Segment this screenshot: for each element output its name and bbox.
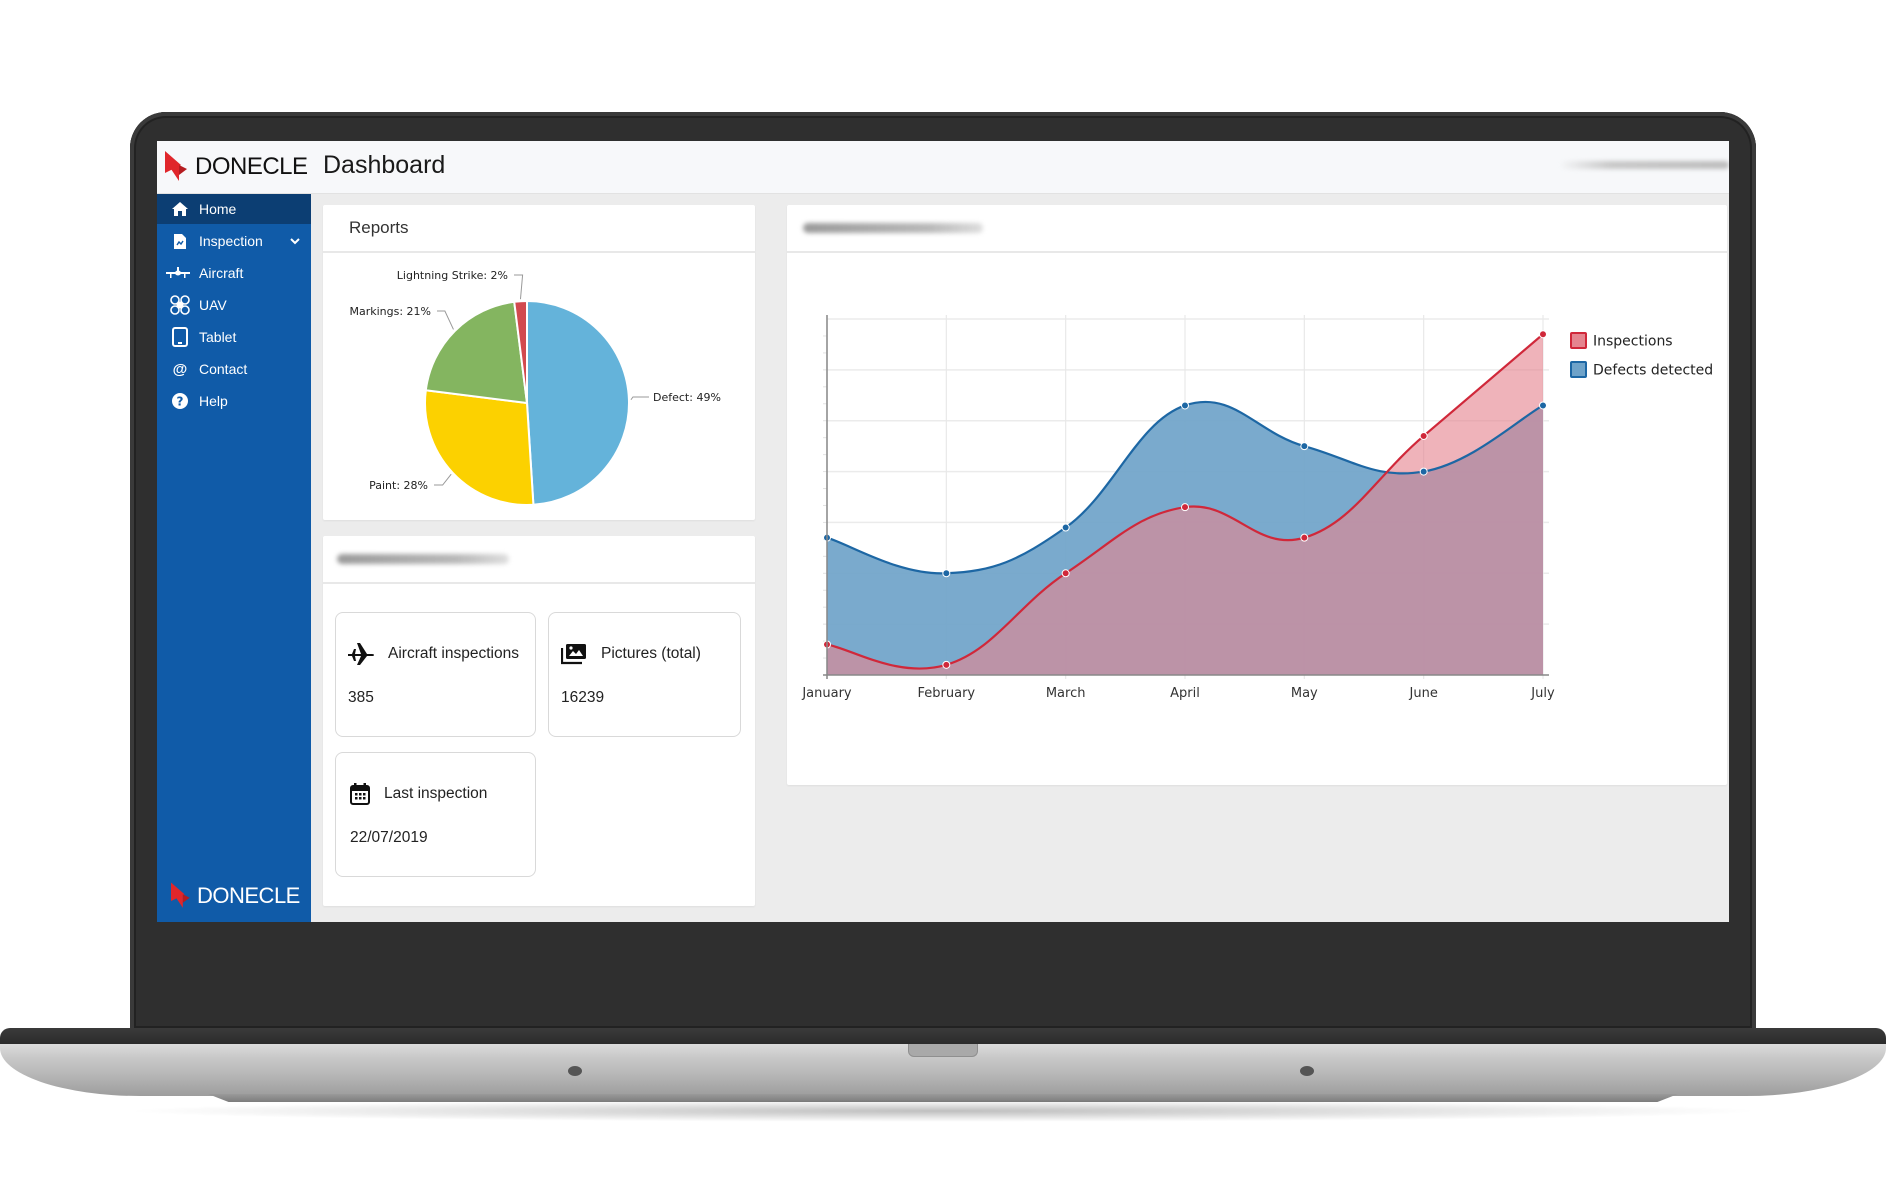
pie-label-leader <box>437 310 454 330</box>
x-axis-tick-label: May <box>1291 686 1318 701</box>
legend-label-inspections[interactable]: Inspections <box>1593 334 1673 350</box>
data-point-inspections[interactable] <box>1061 569 1070 578</box>
stat-card-last-inspection[interactable]: Last inspection 22/07/2019 <box>335 752 536 877</box>
chevron-down-icon[interactable] <box>289 235 301 247</box>
reports-pie-chart: Defect: 49% Paint: 28% Markings: 21% Lightn… <box>349 269 721 506</box>
svg-text:?: ? <box>177 395 184 409</box>
laptop-notch <box>908 1044 978 1057</box>
sidebar-item-aircraft[interactable]: Aircraft <box>157 258 311 288</box>
pie-slice-paint[interactable] <box>424 389 535 506</box>
pie-slice-markings[interactable] <box>424 300 529 405</box>
top-bar: DONECLE Dashboard <box>157 141 1729 194</box>
sidebar-item-label: Aircraft <box>199 265 244 281</box>
sidebar-item-contact[interactable]: @ Contact <box>157 354 311 384</box>
page-title: Dashboard <box>323 151 446 179</box>
sidebar-item-help[interactable]: ? Help <box>157 386 311 416</box>
legend-swatch-defects-detected[interactable] <box>1570 361 1587 378</box>
aircraft-icon <box>165 265 191 281</box>
reports-title: Reports <box>349 218 409 237</box>
home-icon <box>169 201 191 217</box>
chart-title-redacted <box>803 223 983 233</box>
laptop-screw <box>1300 1066 1314 1076</box>
brand-name: DONECLE <box>195 153 308 180</box>
activity-chart-card: January February March April May June July Insp… <box>787 205 1727 785</box>
data-point-defects-detected[interactable] <box>1539 401 1547 410</box>
x-axis-tick-label: July <box>1530 686 1555 701</box>
sidebar-item-label: Help <box>199 393 228 409</box>
sidebar-brand-logo: DONECLE <box>171 882 300 910</box>
legend-label-defects-detected[interactable]: Defects detected <box>1593 363 1713 379</box>
pie-label: Defect: 49% <box>653 391 721 404</box>
app-screen: DONECLE Dashboard Home Inspection Aircra… <box>157 141 1729 922</box>
at-sign-icon: @ <box>172 360 188 378</box>
tablet-icon <box>169 327 191 347</box>
data-point-defects-detected[interactable] <box>1181 401 1189 410</box>
pie-slice-defect[interactable] <box>526 299 630 506</box>
laptop-shadow <box>120 1100 1766 1122</box>
data-point-inspections[interactable] <box>1181 503 1189 512</box>
calendar-icon <box>350 781 374 807</box>
stat-card-aircraft-inspections[interactable]: Aircraft inspections 385 <box>335 612 536 737</box>
sidebar-item-inspection[interactable]: Inspection <box>157 226 311 256</box>
user-menu-redacted[interactable] <box>1559 161 1729 169</box>
data-point-defects-detected[interactable] <box>1419 467 1428 476</box>
sidebar-item-label: Home <box>199 201 237 217</box>
stats-title-redacted <box>337 554 509 564</box>
pie-label-leader <box>514 274 524 300</box>
stats-card: Aircraft inspections 385 Pictures (total… <box>323 536 755 906</box>
stat-value: 22/07/2019 <box>350 829 428 846</box>
data-point-inspections[interactable] <box>1300 533 1309 542</box>
pie-label-leader <box>434 473 452 486</box>
stat-header: Pictures (total) <box>561 641 701 667</box>
drone-icon <box>169 295 191 315</box>
data-point-defects-detected[interactable] <box>942 569 951 578</box>
pie-label: Paint: 28% <box>369 479 428 492</box>
laptop-screw <box>568 1066 582 1076</box>
sidebar-item-uav[interactable]: UAV <box>157 290 311 320</box>
legend-swatch-inspections[interactable] <box>1570 332 1587 349</box>
sidebar: Home Inspection Aircraft UAV Tablet @ Co… <box>157 194 311 922</box>
sidebar-item-label: Tablet <box>199 329 237 345</box>
question-circle-icon: ? <box>169 393 191 409</box>
sidebar-item-label: UAV <box>199 297 227 313</box>
brand-logo[interactable]: DONECLE <box>165 149 308 185</box>
sidebar-item-tablet[interactable]: Tablet <box>157 322 311 352</box>
reports-card-header: Reports <box>323 205 755 253</box>
stat-label: Last inspection <box>384 785 488 802</box>
stat-value: 385 <box>348 689 374 706</box>
data-point-inspections[interactable] <box>1419 431 1428 440</box>
data-point-inspections[interactable] <box>1539 330 1547 339</box>
sidebar-item-label: Contact <box>199 361 248 377</box>
x-axis-tick-label: March <box>1046 686 1086 701</box>
sidebar-item-home[interactable]: Home <box>157 194 311 224</box>
reports-card: Reports Defect: 49% Paint: 28% Markings: 2… <box>323 205 755 520</box>
x-axis-tick-label: February <box>918 686 976 701</box>
x-axis-tick-label: January <box>801 686 852 701</box>
stat-header: Last inspection <box>350 781 487 807</box>
airplane-icon <box>348 641 378 667</box>
data-point-defects-detected[interactable] <box>1300 442 1309 451</box>
sidebar-item-label: Inspection <box>199 233 263 249</box>
photos-icon <box>561 641 591 667</box>
brand-name: DONECLE <box>197 883 300 908</box>
stats-card-header <box>323 536 755 584</box>
activity-area-chart: January February March April May June July Insp… <box>801 315 1713 701</box>
pie-label: Markings: 21% <box>349 305 431 318</box>
data-point-inspections[interactable] <box>942 660 951 669</box>
pie-label: Lightning Strike: 2% <box>397 269 508 282</box>
stat-value: 16239 <box>561 689 605 706</box>
activity-chart-header <box>787 205 1727 253</box>
pie-label-leader <box>630 396 649 401</box>
stat-label: Pictures (total) <box>601 645 701 662</box>
data-point-defects-detected[interactable] <box>1061 523 1070 532</box>
x-axis-tick-label: June <box>1409 686 1438 701</box>
stat-card-pictures-total[interactable]: Pictures (total) 16239 <box>548 612 741 737</box>
stat-header: Aircraft inspections <box>348 641 519 667</box>
stat-label: Aircraft inspections <box>388 645 519 662</box>
x-axis-tick-label: April <box>1170 686 1200 701</box>
report-file-icon <box>169 233 191 249</box>
donecle-logo-icon <box>165 151 187 181</box>
donecle-logo-icon <box>171 882 190 908</box>
